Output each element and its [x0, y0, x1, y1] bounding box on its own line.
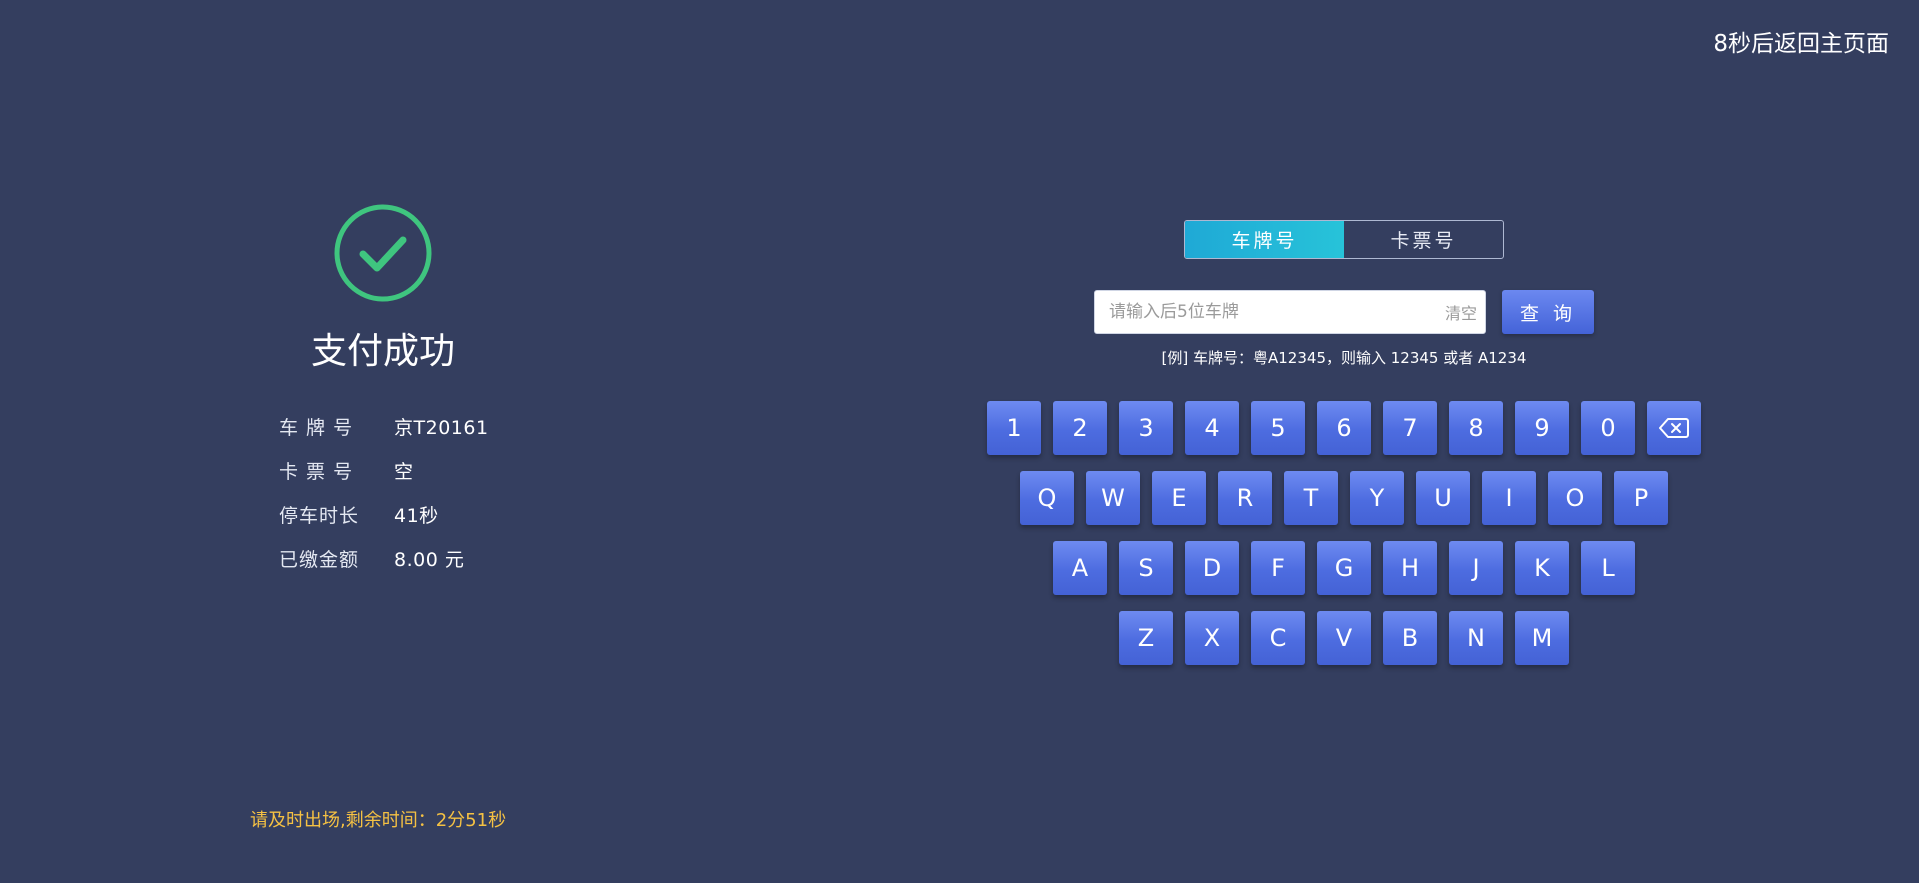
key-7[interactable]: 7 — [1383, 401, 1437, 455]
key-j[interactable]: J — [1449, 541, 1503, 595]
key-k[interactable]: K — [1515, 541, 1569, 595]
key-u[interactable]: U — [1416, 471, 1470, 525]
payment-status-title: 支付成功 — [310, 331, 455, 372]
key-a[interactable]: A — [1053, 541, 1107, 595]
tab-ticket-number[interactable]: 卡票号 — [1344, 221, 1503, 258]
query-type-tabs: 车牌号 卡票号 — [1184, 220, 1504, 259]
exit-time-notice: 请及时出场,剩余时间：2分51秒 — [250, 810, 507, 831]
detail-row-amount: 已缴金额 8.00 元 — [279, 543, 464, 573]
key-l[interactable]: L — [1581, 541, 1635, 595]
key-s[interactable]: S — [1119, 541, 1173, 595]
backspace-icon — [1659, 418, 1689, 438]
key-8[interactable]: 8 — [1449, 401, 1503, 455]
key-c[interactable]: C — [1251, 611, 1305, 665]
query-button[interactable]: 查 询 — [1502, 290, 1594, 334]
plate-search-input[interactable] — [1095, 291, 1425, 333]
key-i[interactable]: I — [1482, 471, 1536, 525]
tab-plate-number[interactable]: 车牌号 — [1185, 221, 1344, 258]
key-o[interactable]: O — [1548, 471, 1602, 525]
key-r[interactable]: R — [1218, 471, 1272, 525]
key-h[interactable]: H — [1383, 541, 1437, 595]
key-f[interactable]: F — [1251, 541, 1305, 595]
key-q[interactable]: Q — [1020, 471, 1074, 525]
detail-label: 停车时长 — [279, 504, 360, 527]
key-v[interactable]: V — [1317, 611, 1371, 665]
detail-row-ticket: 卡 票 号 空 — [279, 455, 414, 485]
detail-row-plate: 车 牌 号 京T20161 — [279, 411, 489, 441]
plate-number-value: 京T20161 — [394, 416, 489, 439]
clear-button[interactable]: 清空 — [1445, 291, 1477, 333]
key-d[interactable]: D — [1185, 541, 1239, 595]
key-m[interactable]: M — [1515, 611, 1569, 665]
key-2[interactable]: 2 — [1053, 401, 1107, 455]
key-t[interactable]: T — [1284, 471, 1338, 525]
key-w[interactable]: W — [1086, 471, 1140, 525]
paid-amount-value: 8.00 元 — [394, 548, 465, 571]
key-p[interactable]: P — [1614, 471, 1668, 525]
plate-search-box: 清空 — [1094, 290, 1486, 334]
key-4[interactable]: 4 — [1185, 401, 1239, 455]
detail-row-duration: 停车时长 41秒 — [279, 499, 439, 529]
key-3[interactable]: 3 — [1119, 401, 1173, 455]
key-9[interactable]: 9 — [1515, 401, 1569, 455]
check-circle-icon — [334, 204, 432, 302]
key-n[interactable]: N — [1449, 611, 1503, 665]
key-z[interactable]: Z — [1119, 611, 1173, 665]
key-1[interactable]: 1 — [987, 401, 1041, 455]
detail-label: 车 牌 号 — [279, 416, 354, 439]
key-y[interactable]: Y — [1350, 471, 1404, 525]
key-b[interactable]: B — [1383, 611, 1437, 665]
input-example-hint: [例] 车牌号：粤A12345，则输入 12345 或者 A1234 — [1161, 349, 1527, 367]
key-e[interactable]: E — [1152, 471, 1206, 525]
return-countdown: 8秒后返回主页面 — [1713, 31, 1889, 57]
key-x[interactable]: X — [1185, 611, 1239, 665]
ticket-number-value: 空 — [394, 460, 414, 483]
key-0[interactable]: 0 — [1581, 401, 1635, 455]
key-6[interactable]: 6 — [1317, 401, 1371, 455]
detail-label: 已缴金额 — [279, 548, 360, 571]
key-g[interactable]: G — [1317, 541, 1371, 595]
key-backspace[interactable] — [1647, 401, 1701, 455]
detail-label: 卡 票 号 — [279, 460, 354, 483]
key-5[interactable]: 5 — [1251, 401, 1305, 455]
parking-duration-value: 41秒 — [394, 504, 439, 527]
